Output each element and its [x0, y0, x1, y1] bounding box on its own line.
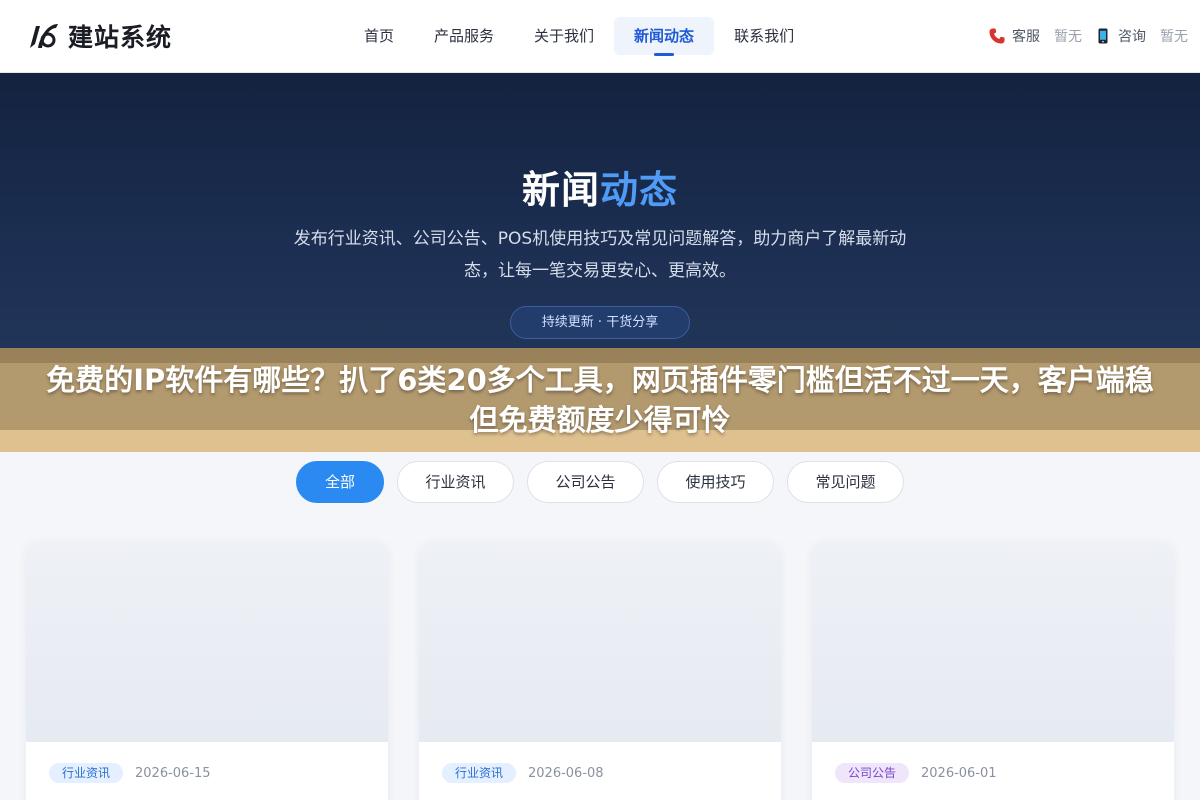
contact-service-value: 暂无 — [1054, 29, 1082, 45]
news-card[interactable]: 行业资讯 2026-06-15 — [26, 542, 388, 800]
page-title: 新闻动态 — [0, 159, 1200, 214]
contact-consult-label: 咨询 — [1118, 29, 1146, 45]
news-card[interactable]: 行业资讯 2026-06-08 — [419, 542, 781, 800]
main-nav: 首页 产品服务 关于我们 新闻动态 联系我们 — [344, 17, 814, 56]
category-tabs: 全部 行业资讯 公司公告 使用技巧 常见问题 — [296, 461, 904, 503]
site-header: 建站系统 首页 产品服务 关于我们 新闻动态 联系我们 客服 暂无 咨询 暂无 — [0, 0, 1200, 73]
logo-text: 建站系统 — [68, 23, 173, 52]
mobile-icon — [1098, 28, 1108, 44]
tab-company-notice[interactable]: 公司公告 — [527, 461, 644, 503]
news-card-meta: 公司公告 2026-06-01 — [835, 763, 997, 783]
category-tag: 公司公告 — [835, 763, 910, 783]
page-title-main: 新闻 — [521, 168, 600, 212]
category-tag: 行业资讯 — [442, 763, 517, 783]
logo[interactable]: 建站系统 — [26, 18, 172, 54]
hero-badge: 持续更新 · 干货分享 — [510, 306, 690, 339]
logo-icon — [30, 24, 58, 48]
tab-faq[interactable]: 常见问题 — [787, 461, 904, 503]
nav-about[interactable]: 关于我们 — [514, 17, 614, 55]
headline-banner: 免费的IP软件有哪些？扒了6类20多个工具，网页插件零门槛但活不过一天，客户端稳… — [0, 348, 1200, 452]
nav-news[interactable]: 新闻动态 — [614, 17, 715, 56]
news-card-image[interactable] — [812, 542, 1174, 742]
news-card-meta: 行业资讯 2026-06-08 — [442, 763, 604, 783]
news-card-image[interactable] — [419, 542, 781, 742]
category-tag: 行业资讯 — [49, 763, 124, 783]
phone-icon — [989, 28, 1005, 44]
hero-description: 发布行业资讯、公司公告、POS机使用技巧及常见问题解答，助力商户了解最新动态，让… — [293, 229, 907, 281]
banner-headline: 免费的IP软件有哪些？扒了6类20多个工具，网页插件零门槛但活不过一天，客户端稳… — [46, 363, 1154, 437]
contact-consult-value: 暂无 — [1160, 29, 1188, 45]
contact-service-label: 客服 — [1012, 29, 1040, 45]
news-card[interactable]: 公司公告 2026-06-01 — [812, 542, 1174, 800]
news-card-meta: 行业资讯 2026-06-15 — [49, 763, 211, 783]
tab-industry-news[interactable]: 行业资讯 — [397, 461, 514, 503]
contact-service[interactable]: 客服 暂无 — [988, 26, 1082, 46]
page-title-highlight: 动态 — [600, 168, 679, 212]
hero-section: 新闻动态 发布行业资讯、公司公告、POS机使用技巧及常见问题解答，助力商户了解最… — [0, 73, 1200, 363]
publish-date: 2026-06-08 — [528, 765, 604, 781]
publish-date: 2026-06-15 — [135, 765, 211, 781]
news-card-image[interactable] — [26, 542, 388, 742]
tab-all[interactable]: 全部 — [296, 461, 384, 503]
publish-date: 2026-06-01 — [921, 765, 997, 781]
contact-consult[interactable]: 咨询 暂无 — [1094, 26, 1188, 46]
tab-usage-tips[interactable]: 使用技巧 — [657, 461, 774, 503]
nav-products[interactable]: 产品服务 — [414, 17, 514, 55]
nav-contact[interactable]: 联系我们 — [714, 17, 814, 55]
nav-home[interactable]: 首页 — [344, 17, 414, 55]
